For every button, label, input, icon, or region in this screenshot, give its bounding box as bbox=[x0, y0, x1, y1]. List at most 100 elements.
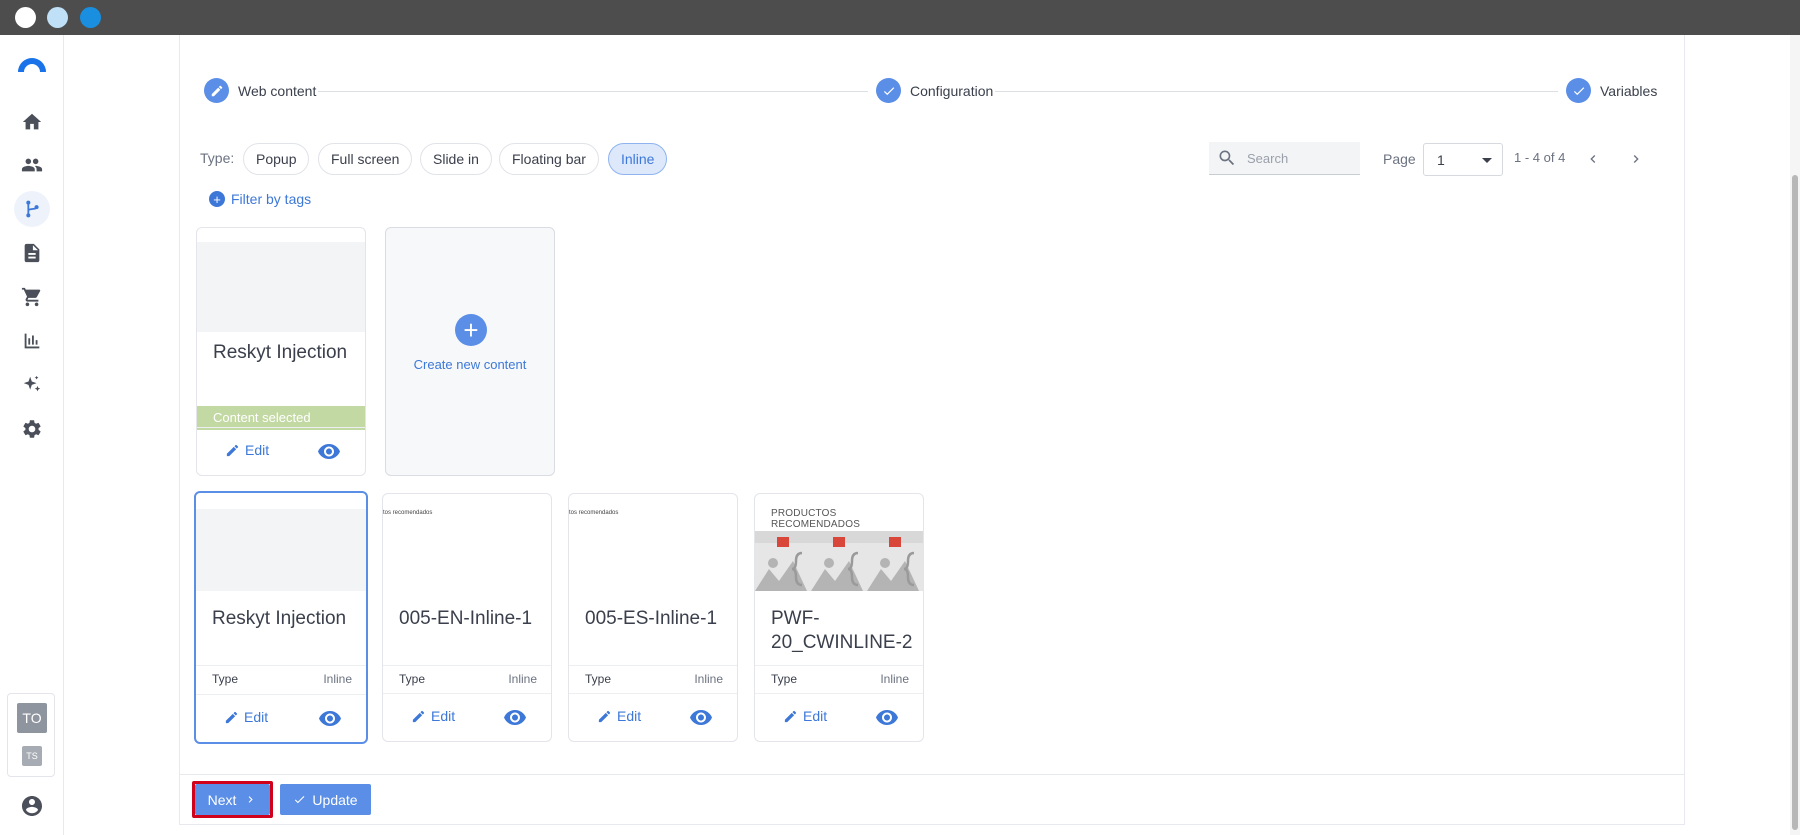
pencil-icon bbox=[412, 710, 425, 722]
pencil-icon bbox=[598, 710, 611, 722]
edit-button[interactable]: Edit bbox=[411, 708, 455, 724]
scrollbar-thumb[interactable] bbox=[1792, 175, 1798, 830]
card-product-preview bbox=[755, 531, 923, 591]
step-label: Variables bbox=[1600, 82, 1658, 99]
card-type-value: Inline bbox=[508, 672, 537, 686]
create-new-content-label: Create new content bbox=[413, 357, 527, 372]
eye-icon[interactable] bbox=[317, 441, 341, 461]
content-card-pwf-20-cwinline-2[interactable]: PRODUCTOS RECOMENDADOS PWF-20_CWINLINE-2… bbox=[754, 493, 924, 742]
workspace-avatar-primary[interactable]: TO bbox=[17, 703, 47, 733]
step-configuration[interactable]: Configuration bbox=[876, 78, 993, 103]
card-type-row: Type Inline bbox=[383, 665, 551, 693]
eye-icon[interactable] bbox=[689, 707, 713, 727]
content-card-reskyt-injection[interactable]: Reskyt Injection Type Inline Edit bbox=[194, 491, 368, 744]
edit-label: Edit bbox=[431, 708, 456, 724]
window-maximize-button[interactable] bbox=[80, 7, 101, 28]
account-circle-icon[interactable] bbox=[20, 794, 44, 818]
previous-page-button[interactable] bbox=[1582, 148, 1604, 170]
stepper-connector bbox=[318, 91, 868, 92]
sidebar-item-home[interactable] bbox=[14, 104, 50, 140]
page-select-value: 1 bbox=[1437, 151, 1445, 168]
stepper-connector bbox=[995, 91, 1558, 92]
sidebar-item-commerce[interactable] bbox=[14, 279, 50, 315]
window-close-button[interactable] bbox=[15, 7, 36, 28]
card-preview-heading: PRODUCTOS RECOMENDADOS bbox=[771, 508, 861, 530]
card-actions: Edit bbox=[383, 693, 551, 741]
sidebar-item-analytics[interactable] bbox=[14, 323, 50, 359]
edit-button[interactable]: Edit bbox=[224, 709, 268, 725]
search-box bbox=[1209, 142, 1360, 175]
eye-icon[interactable] bbox=[875, 707, 899, 727]
content-card-005-en-inline-1[interactable]: tos recomendados 005-EN-Inline-1 Type In… bbox=[382, 493, 552, 742]
people-icon bbox=[21, 158, 43, 172]
add-circle-icon: + bbox=[455, 314, 487, 346]
card-title: Reskyt Injection bbox=[213, 342, 348, 363]
update-button-label: Update bbox=[312, 791, 358, 808]
bar-chart-icon bbox=[24, 333, 40, 349]
chevron-right-icon bbox=[249, 796, 254, 803]
window-minimize-button[interactable] bbox=[47, 7, 68, 28]
card-title: Reskyt Injection bbox=[212, 608, 347, 629]
search-icon bbox=[1219, 150, 1235, 166]
search-input[interactable] bbox=[1247, 150, 1347, 166]
check-icon bbox=[883, 86, 894, 95]
chevron-left-icon bbox=[1590, 155, 1596, 163]
edit-button[interactable]: Edit bbox=[597, 708, 641, 724]
card-actions: Edit bbox=[755, 693, 923, 741]
check-icon bbox=[1573, 86, 1584, 95]
filter-by-tags-button[interactable]: + Filter by tags bbox=[209, 191, 311, 207]
update-button[interactable]: Update bbox=[280, 784, 371, 815]
sidebar-item-audience[interactable] bbox=[14, 147, 50, 183]
page-label: Page bbox=[1383, 151, 1416, 167]
workspace-avatar-secondary[interactable]: TS bbox=[22, 746, 42, 766]
chevron-right-icon bbox=[1633, 155, 1639, 163]
edit-label: Edit bbox=[244, 709, 269, 725]
step-circle bbox=[204, 78, 229, 103]
card-type-value: Inline bbox=[694, 672, 723, 686]
card-preview-heading: tos recomendados bbox=[383, 510, 433, 516]
eye-icon[interactable] bbox=[503, 707, 527, 727]
pencil-icon bbox=[211, 85, 222, 96]
edit-label: Edit bbox=[617, 708, 642, 724]
step-variables[interactable]: Variables bbox=[1566, 78, 1657, 103]
sparkle-icon bbox=[23, 375, 41, 392]
type-chip-popup[interactable]: Popup bbox=[243, 143, 310, 175]
type-chip-inline[interactable]: Inline bbox=[608, 143, 668, 175]
workspace-switcher: TO TS bbox=[7, 693, 55, 777]
filter-by-tags-label: Filter by tags bbox=[231, 191, 312, 207]
card-type-label: Type bbox=[399, 672, 426, 686]
sidebar-item-content[interactable] bbox=[14, 235, 50, 271]
edit-button[interactable]: Edit bbox=[783, 708, 827, 724]
step-circle bbox=[876, 78, 901, 103]
create-new-content-card[interactable]: + Create new content bbox=[385, 227, 555, 476]
pencil-icon bbox=[225, 711, 238, 723]
type-filter-label: Type: bbox=[200, 150, 235, 166]
type-chip-full-screen[interactable]: Full screen bbox=[318, 143, 413, 175]
next-button[interactable]: Next bbox=[195, 784, 270, 815]
edit-label: Edit bbox=[245, 442, 270, 458]
cart-icon bbox=[21, 287, 41, 307]
type-chip-slide-in[interactable]: Slide in bbox=[420, 143, 492, 175]
card-type-value: Inline bbox=[323, 672, 352, 686]
content-card-005-es-inline-1[interactable]: tos recomendados 005-ES-Inline-1 Type In… bbox=[568, 493, 738, 742]
step-web-content[interactable]: Web content bbox=[204, 78, 316, 103]
card-type-value: Inline bbox=[880, 672, 909, 686]
sidebar-item-ai[interactable] bbox=[14, 367, 50, 403]
edit-button[interactable]: Edit bbox=[225, 442, 269, 458]
next-page-button[interactable] bbox=[1625, 148, 1647, 170]
card-preview-heading: tos recomendados bbox=[569, 510, 619, 516]
sidebar-item-settings[interactable] bbox=[14, 411, 50, 447]
card-actions: Edit bbox=[196, 694, 366, 742]
page-range-text: 1 - 4 of 4 bbox=[1514, 150, 1566, 165]
page-scrollbar[interactable] bbox=[1790, 35, 1800, 835]
eye-icon[interactable] bbox=[318, 708, 342, 728]
type-chip-floating-bar[interactable]: Floating bar bbox=[499, 143, 599, 175]
pencil-icon bbox=[784, 710, 797, 722]
step-circle bbox=[1566, 78, 1591, 103]
card-title: 005-ES-Inline-1 bbox=[585, 608, 718, 629]
window-title-bar bbox=[0, 0, 1800, 35]
selected-content-card[interactable]: Reskyt Injection Content selected Edit bbox=[196, 227, 366, 476]
sidebar-item-journeys[interactable] bbox=[14, 191, 50, 227]
sidebar-nav: TO TS bbox=[0, 35, 64, 835]
page-select[interactable]: 1 bbox=[1423, 143, 1503, 176]
